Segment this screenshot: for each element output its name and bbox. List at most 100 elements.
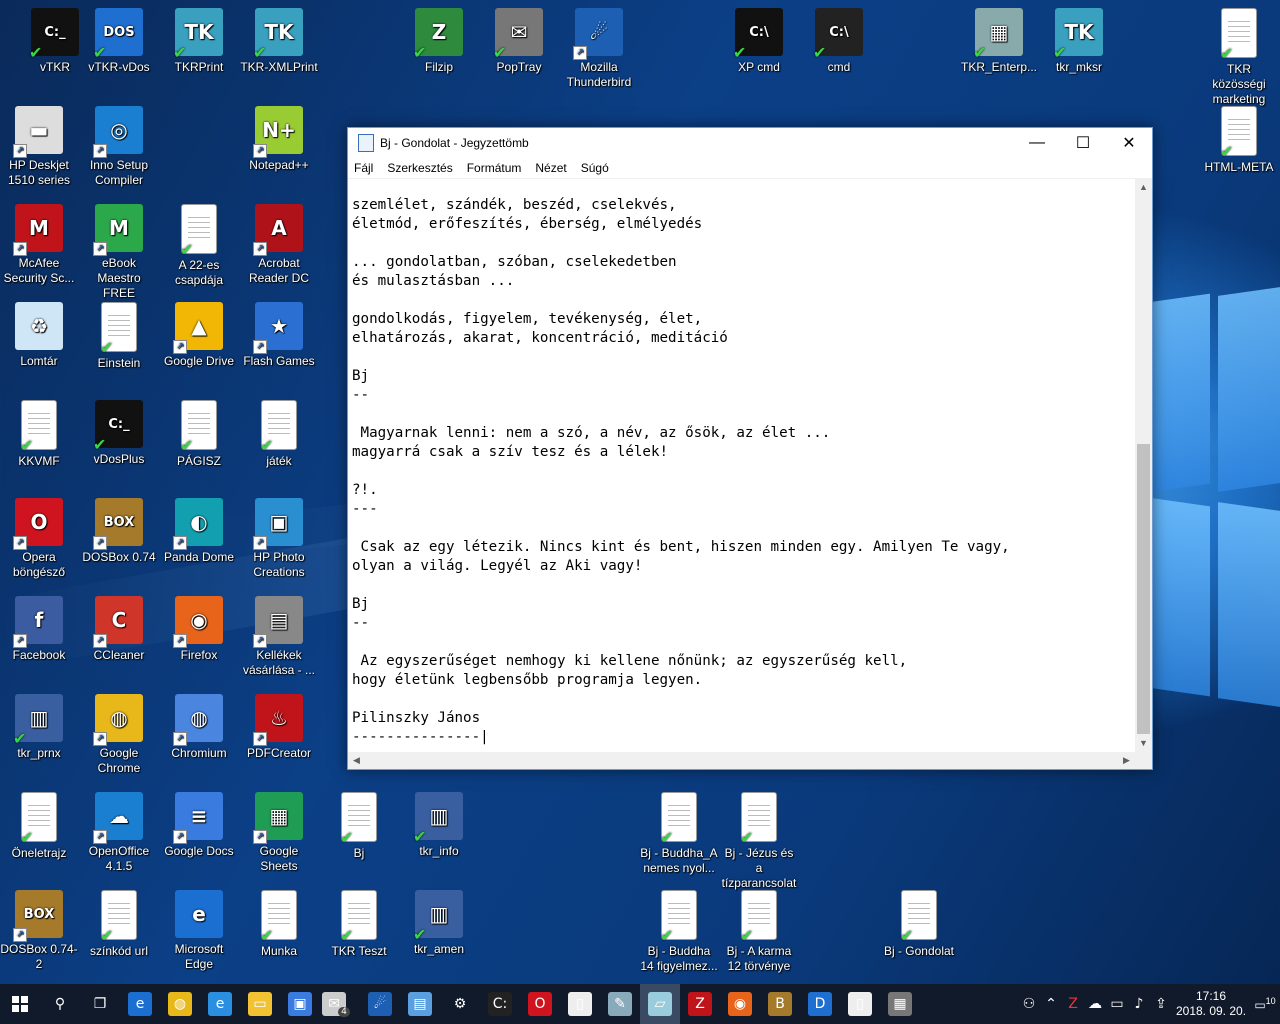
desktop-icon[interactable]: ★ ↗ Flash Games bbox=[240, 302, 318, 369]
desktop-icon[interactable]: f ↗ Facebook bbox=[0, 596, 78, 663]
desktop-icon[interactable]: ✔ Öneletrajz bbox=[0, 792, 78, 861]
desktop-icon[interactable]: ✔ színkód url bbox=[80, 890, 158, 959]
desktop-icon[interactable]: TK ✔ TKRPrint bbox=[160, 8, 238, 75]
desktop-icon[interactable]: ✔ Munka bbox=[240, 890, 318, 959]
desktop-icon[interactable]: ✔ TKR közösségi marketing bbox=[1200, 8, 1278, 107]
desktop-icon[interactable]: M ↗ eBook Maestro FREE bbox=[80, 204, 158, 301]
desktop-icon[interactable]: ✔ Bj - Buddha 14 figyelmez... bbox=[640, 890, 718, 974]
desktop-icon[interactable]: ☁ ↗ OpenOffice 4.1.5 bbox=[80, 792, 158, 874]
desktop-icon[interactable]: e Microsoft Edge bbox=[160, 890, 238, 972]
clock[interactable]: 17:16 2018. 09. 20. bbox=[1172, 989, 1250, 1019]
scroll-right-icon[interactable]: ▶ bbox=[1118, 752, 1135, 769]
desktop-icon[interactable]: ◍ ↗ Chromium bbox=[160, 694, 238, 761]
desktop-icon[interactable]: ✔ PÁGISZ bbox=[160, 400, 238, 469]
desktop-icon[interactable]: ◎ ↗ Inno Setup Compiler bbox=[80, 106, 158, 188]
minimize-button[interactable]: — bbox=[1014, 128, 1060, 158]
taskbar-button[interactable]: e bbox=[120, 984, 160, 1024]
menu-file[interactable]: Fájl bbox=[354, 161, 373, 175]
desktop-icon[interactable]: ✔ TKR Teszt bbox=[320, 890, 398, 959]
desktop-icon[interactable]: ✔ A 22-es csapdája bbox=[160, 204, 238, 288]
desktop-icon[interactable]: ▥ ✔ tkr_info bbox=[400, 792, 478, 859]
taskbar-button[interactable]: ◉ bbox=[720, 984, 760, 1024]
taskbar-button[interactable]: ◍ bbox=[160, 984, 200, 1024]
desktop-icon[interactable]: ☄ ↗ Mozilla Thunderbird bbox=[560, 8, 638, 90]
desktop-icon[interactable]: ▣ ↗ HP Photo Creations bbox=[240, 498, 318, 580]
desktop-icon[interactable]: C ↗ CCleaner bbox=[80, 596, 158, 663]
scroll-thumb[interactable] bbox=[1137, 444, 1150, 734]
desktop-icon[interactable]: C:\ ✔ XP cmd bbox=[720, 8, 798, 75]
title-bar[interactable]: Bj - Gondolat - Jegyzettömb — ☐ ✕ bbox=[348, 128, 1152, 158]
menu-format[interactable]: Formátum bbox=[467, 161, 522, 175]
desktop-icon[interactable]: ✔ Einstein bbox=[80, 302, 158, 371]
desktop-icon[interactable]: ♨ ↗ PDFCreator bbox=[240, 694, 318, 761]
desktop-icon[interactable]: BOX ↗ DOSBox 0.74 bbox=[80, 498, 158, 565]
desktop-icon[interactable]: O ↗ Opera böngésző bbox=[0, 498, 78, 580]
desktop-icon[interactable]: ✔ Bj - Jézus és a tízparancsolat bbox=[720, 792, 798, 891]
network-icon[interactable]: ▭ bbox=[1106, 996, 1128, 1012]
desktop-icon[interactable]: ▥ ✔ tkr_amen bbox=[400, 890, 478, 957]
scroll-up-icon[interactable]: ▲ bbox=[1135, 179, 1152, 196]
person-icon[interactable]: ⚇ bbox=[1018, 996, 1040, 1012]
desktop-icon[interactable]: ▦ ↗ Google Sheets bbox=[240, 792, 318, 874]
taskbar-button[interactable]: ✎ bbox=[600, 984, 640, 1024]
maximize-button[interactable]: ☐ bbox=[1060, 128, 1106, 158]
desktop-icon[interactable]: ▥ ✔ tkr_prnx bbox=[0, 694, 78, 761]
taskbar-button[interactable]: B bbox=[760, 984, 800, 1024]
desktop-icon[interactable]: ✔ Bj - A karma 12 törvénye bbox=[720, 890, 798, 974]
menu-edit[interactable]: Szerkesztés bbox=[387, 161, 452, 175]
desktop-icon[interactable]: M ↗ McAfee Security Sc... bbox=[0, 204, 78, 286]
desktop-icon[interactable]: TK ✔ tkr_mksr bbox=[1040, 8, 1118, 75]
scroll-left-icon[interactable]: ◀ bbox=[348, 752, 365, 769]
desktop-icon[interactable]: BOX ↗ DOSBox 0.74-2 bbox=[0, 890, 78, 972]
desktop-icon[interactable]: Z ✔ Filzip bbox=[400, 8, 478, 75]
taskbar-button[interactable]: O bbox=[520, 984, 560, 1024]
taskbar-button[interactable]: ❐ bbox=[80, 984, 120, 1024]
text-editor[interactable]: szemlélet, szándék, beszéd, cselekvés, é… bbox=[348, 179, 1135, 752]
desktop-icon[interactable]: ▤ ↗ Kellékek vásárlása - ... bbox=[240, 596, 318, 678]
desktop-icon[interactable]: ▦ ✔ TKR_Enterp... bbox=[960, 8, 1038, 75]
desktop-icon[interactable]: C:_ ✔ vDosPlus bbox=[80, 400, 158, 467]
chevron-up-icon[interactable]: ⌃ bbox=[1040, 996, 1062, 1012]
taskbar-button[interactable]: ▤ bbox=[400, 984, 440, 1024]
desktop-icon[interactable]: ◉ ↗ Firefox bbox=[160, 596, 238, 663]
taskbar-button[interactable]: D bbox=[800, 984, 840, 1024]
taskbar-button[interactable]: ▯ bbox=[840, 984, 880, 1024]
desktop-icon[interactable]: ✉ ✔ PopTray bbox=[480, 8, 558, 75]
desktop-icon[interactable]: ✔ Bj - Buddha_A nemes nyol... bbox=[640, 792, 718, 876]
scroll-down-icon[interactable]: ▼ bbox=[1135, 735, 1152, 752]
taskbar-button[interactable]: C: bbox=[480, 984, 520, 1024]
desktop-icon[interactable]: ✔ HTML-META bbox=[1200, 106, 1278, 175]
editor-content[interactable]: szemlélet, szándék, beszéd, cselekvés, é… bbox=[348, 179, 1135, 747]
desktop-icon[interactable]: TK ✔ TKR-XMLPrint bbox=[240, 8, 318, 75]
taskbar-button[interactable]: ✉ 4 bbox=[320, 984, 360, 1024]
taskbar-button[interactable]: e bbox=[200, 984, 240, 1024]
desktop-icon[interactable]: ✔ Bj bbox=[320, 792, 398, 861]
menu-help[interactable]: Súgó bbox=[581, 161, 609, 175]
desktop-icon[interactable]: ▲ ↗ Google Drive bbox=[160, 302, 238, 369]
desktop-icon[interactable]: ◍ ↗ Google Chrome bbox=[80, 694, 158, 776]
desktop-icon[interactable]: ≡ ↗ Google Docs bbox=[160, 792, 238, 859]
cloud-icon[interactable]: ☁ bbox=[1084, 996, 1106, 1012]
taskbar-button[interactable]: ▯ bbox=[560, 984, 600, 1024]
volume-icon[interactable]: ♪ bbox=[1128, 996, 1150, 1012]
desktop-icon[interactable]: ♻ Lomtár bbox=[0, 302, 78, 369]
taskbar-button[interactable]: ▦ bbox=[880, 984, 920, 1024]
start-button[interactable] bbox=[0, 984, 40, 1024]
upload-icon[interactable]: ⇪ bbox=[1150, 996, 1172, 1012]
taskbar-button[interactable]: ⚙ bbox=[440, 984, 480, 1024]
horizontal-scrollbar[interactable]: ◀ ▶ bbox=[348, 752, 1135, 769]
taskbar-button[interactable]: ☄ bbox=[360, 984, 400, 1024]
desktop-icon[interactable]: ✔ játék bbox=[240, 400, 318, 469]
close-button[interactable]: ✕ bbox=[1106, 128, 1152, 158]
vertical-scrollbar[interactable]: ▲ ▼ bbox=[1135, 179, 1152, 752]
filezilla-tray-icon[interactable]: Z bbox=[1062, 996, 1084, 1012]
desktop-icon[interactable]: ✔ KKVMF bbox=[0, 400, 78, 469]
taskbar-button[interactable]: ▭ bbox=[240, 984, 280, 1024]
menu-view[interactable]: Nézet bbox=[535, 161, 566, 175]
notepad-window[interactable]: Bj - Gondolat - Jegyzettömb — ☐ ✕ Fájl S… bbox=[347, 127, 1153, 770]
taskbar-button[interactable]: ▱ bbox=[640, 984, 680, 1024]
taskbar-button[interactable]: Z bbox=[680, 984, 720, 1024]
taskbar-button[interactable]: ⚲ bbox=[40, 984, 80, 1024]
taskbar-button[interactable]: ▣ bbox=[280, 984, 320, 1024]
desktop-icon[interactable]: DOS ✔ vTKR-vDos bbox=[80, 8, 158, 75]
